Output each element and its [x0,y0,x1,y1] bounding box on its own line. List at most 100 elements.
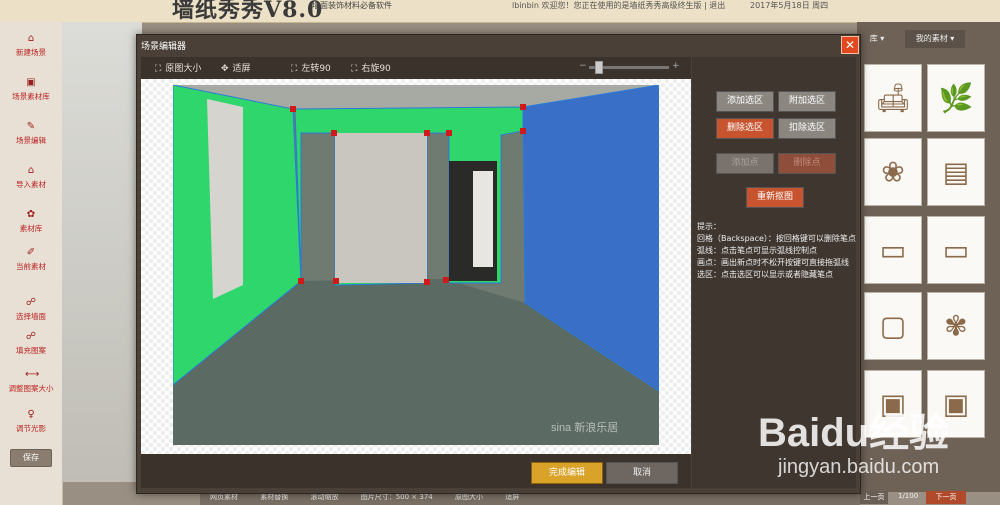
frame-icon: ▢ [879,309,907,343]
zoom-in-icon[interactable]: + [672,61,680,71]
sidebar-item-scene-library[interactable]: ▣ 场景素材库 [0,72,62,110]
hint-line: 回格（Backspace）：按回格键可以删除笔点 [697,234,856,243]
tab-library[interactable]: 库 ▾ [857,30,897,48]
prev-page-button[interactable]: 上一页 [860,491,888,504]
cancel-button[interactable]: 取消 [606,462,678,484]
disabled-delete-point-button[interactable]: 删除点 [778,153,836,174]
sidebar-item-material-library[interactable]: ✿ 素材库 [0,204,62,242]
sidebar-item-fill-pattern[interactable]: ☍ 填充图案 [0,326,62,364]
status-image-size: 图片尺寸：500 × 374 [360,493,433,501]
page-indicator: 1/100 [898,492,919,500]
status-scroll-zoom[interactable]: 滚动缩放 [310,493,338,501]
far-door-panel [473,171,493,267]
image-icon: ▣ [26,77,36,88]
room-photo[interactable]: sina 新浪乐居 [173,85,659,445]
left-doorway [207,99,243,299]
sidebar-item-label: 调节光影 [16,424,46,433]
sofa-icon: 🛋 [875,81,911,115]
dialog-title: 场景编辑器 [141,42,187,52]
sidebar-item-import[interactable]: ⌂ 导入素材 [0,160,62,198]
rotate-left-button[interactable]: ⛶ 左转90 [291,61,331,74]
material-thumb[interactable]: ▭ [927,216,985,284]
sidebar-item-label: 新建场景 [16,48,46,57]
hints-title: 提示： [697,222,721,231]
button-label: 原图大小 [165,64,202,74]
expand-icon: ⛶ [155,64,162,74]
baidu-watermark-logo: Baidu经验 [758,411,950,455]
welcome-text: lbinbin 欢迎您！您正在使用的是墙纸秀秀高级终生版 | 退出 [512,1,726,10]
sidebar-item-label: 当前素材 [16,262,46,271]
left-sidebar: ⌂ 新建场景 ▣ 场景素材库 ✎ 场景编辑 ⌂ 导入素材 ✿ 素材库 ✐ 当前素材 ☍ 选择墙… [0,22,63,505]
material-thumb[interactable]: ▢ [864,292,922,360]
tab-my-materials[interactable]: 我的素材 ▾ [905,30,965,48]
hints-text: 提示： 回格（Backspace）：按回格键可以删除笔点 弧线：点击笔点可显示弧… [697,221,857,281]
tab-label: 我的素材 [915,34,948,43]
material-thumb[interactable]: 🌿 [927,64,985,132]
material-thumb[interactable]: ✾ [927,292,985,360]
zoom-out-icon[interactable]: − [579,61,587,71]
top-bar: 墙纸秀秀V8.0 墙面装饰材料必备软件 lbinbin 欢迎您！您正在使用的是墙… [0,0,1000,23]
library-icon: ✿ [26,209,36,220]
append-selection-button[interactable]: 附加选区 [778,91,836,112]
rotate-right-button[interactable]: ⛶ 右旋90 [351,61,391,74]
fill-icon: ☍ [25,331,37,342]
control-point [520,104,526,110]
photo-watermark: sina 新浪乐居 [551,420,618,434]
sidebar-item-label: 场景编辑 [16,136,46,145]
sidebar-item-current-material[interactable]: ✐ 当前素材 [0,242,62,280]
rotate-left-icon: ⛶ [291,64,298,74]
zoom-slider-handle[interactable] [595,61,603,74]
control-point [333,278,339,284]
material-thumb[interactable]: ❀ [864,138,922,206]
rotate-right-icon: ⛶ [351,64,358,74]
hint-line: 画点：画出新点时不松开按键可直接拖弧线 [697,258,849,267]
finish-edit-button[interactable]: 完成编辑 [531,462,603,484]
sidebar-item-label: 填充图案 [16,346,46,355]
background-scene [62,22,142,482]
next-page-button[interactable]: 下一页 [926,491,966,504]
home-icon: ⌂ [27,33,35,44]
current-icon: ✐ [26,247,36,258]
control-point [443,277,449,283]
move-icon: ✥ [221,64,229,74]
save-button[interactable]: 保存 [10,449,52,467]
table-icon: ▭ [879,233,907,267]
light-icon: ♀ [27,409,35,420]
plant-icon: 🌿 [938,81,974,115]
tab-label: 库 [869,34,878,43]
select-wall-icon: ☍ [25,297,37,308]
sidebar-item-select-wall[interactable]: ☍ 选择墙面 [0,292,62,330]
status-material-replace[interactable]: 素材替换 [260,493,288,501]
editor-canvas[interactable]: sina 新浪乐居 [141,79,691,454]
redraw-button[interactable]: 重新抠图 [746,187,804,208]
control-point [520,128,526,134]
status-web-material[interactable]: 网页素材 [210,493,238,501]
material-thumb[interactable]: 🛋 [864,64,922,132]
sidebar-item-light[interactable]: ♀ 调节光影 [0,404,62,442]
sidebar-item-scene-edit[interactable]: ✎ 场景编辑 [0,116,62,154]
table-icon: ▭ [942,233,970,267]
status-original-size[interactable]: 原图大小 [455,493,483,501]
material-thumb[interactable]: ▭ [864,216,922,284]
edit-icon: ✎ [26,121,36,132]
control-point [290,106,296,112]
control-point [298,278,304,284]
app-slogan: 墙面装饰材料必备软件 [312,1,392,10]
button-label: 左转90 [301,64,331,74]
status-fit-screen[interactable]: 适屏 [505,493,519,501]
sidebar-item-new-scene[interactable]: ⌂ 新建场景 [0,28,62,66]
decor-icon: ❀ [881,155,905,189]
disabled-add-point-button[interactable]: 添加点 [716,153,774,174]
material-thumb[interactable]: ▤ [927,138,985,206]
fit-screen-button[interactable]: ✥ 适屏 [221,61,251,74]
close-button[interactable]: ✕ [841,36,859,54]
baidu-watermark-url: jingyan.baidu.com [778,456,940,478]
original-size-button[interactable]: ⛶ 原图大小 [155,61,201,74]
add-selection-button[interactable]: 添加选区 [716,91,774,112]
resize-icon: ⟷ [25,369,40,380]
sidebar-item-resize-pattern[interactable]: ⟷ 调整图案大小 [0,364,62,402]
subtract-selection-button[interactable]: 扣除选区 [778,118,836,139]
import-icon: ⌂ [27,165,35,176]
date-text: 2017年5月18日 周四 [750,1,829,10]
delete-selection-button[interactable]: 删除选区 [716,118,774,139]
